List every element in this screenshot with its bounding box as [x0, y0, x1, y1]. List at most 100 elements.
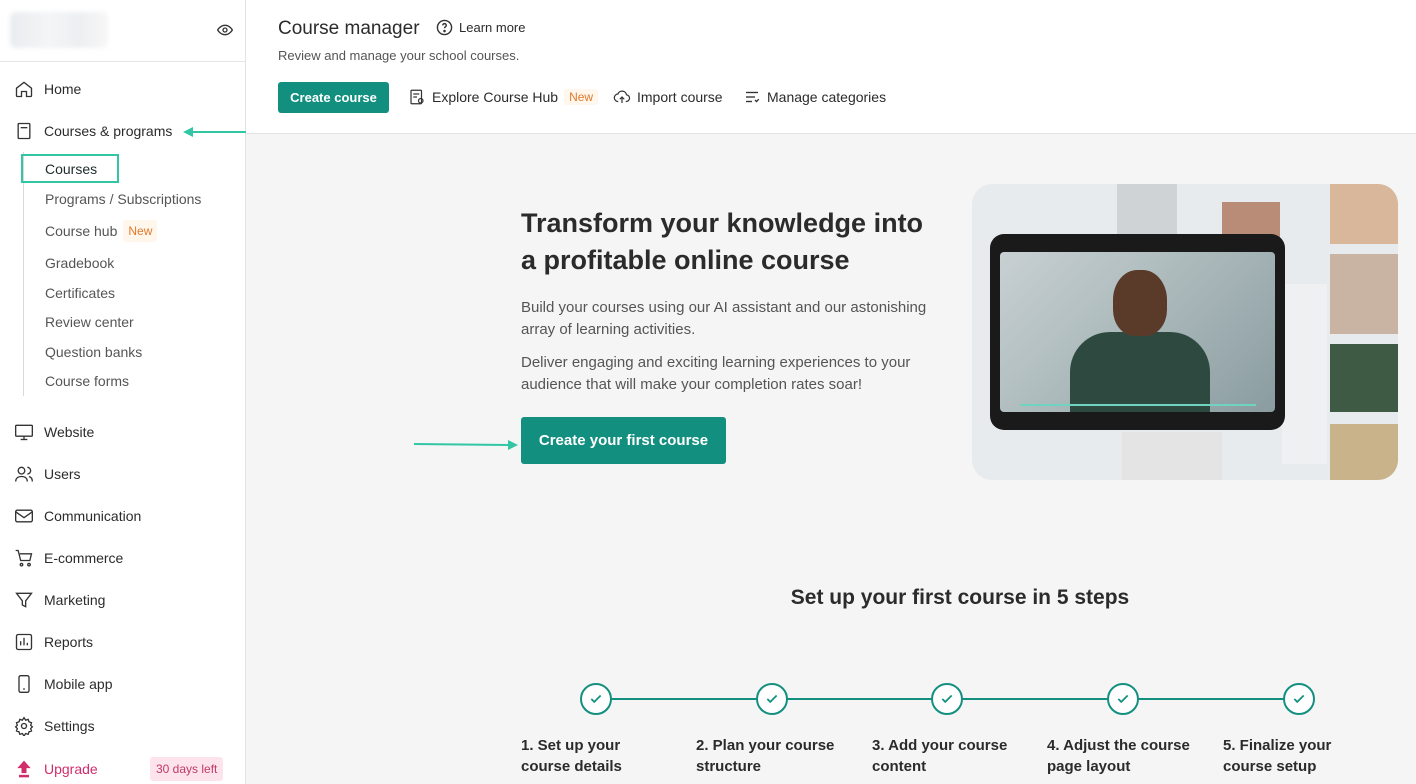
brand-area: [0, 0, 245, 62]
explore-course-hub-button[interactable]: Explore Course Hub New: [408, 88, 599, 106]
upgrade-icon: [17, 760, 31, 778]
steps-title: Set up your first course in 5 steps: [790, 586, 1130, 609]
sidebar-item-users[interactable]: Users: [0, 458, 245, 490]
sidebar-item-label: Upgrade: [44, 761, 98, 777]
video-progress: [1020, 404, 1256, 406]
check-icon: [766, 694, 778, 704]
presenter-body: [1070, 332, 1210, 412]
users-icon: [15, 466, 33, 482]
trial-days-badge: 30 days left: [150, 757, 224, 781]
learn-more-link[interactable]: Learn more: [436, 19, 525, 36]
hero-title: Transform your knowledge into a profitab…: [521, 208, 924, 275]
cloud-upload-icon: [613, 90, 631, 103]
sidebar-item-label: Reports: [44, 634, 94, 650]
sidebar-subitem-review-center[interactable]: Review center: [45, 312, 134, 332]
sidebar-item-communication[interactable]: Communication: [0, 500, 245, 532]
subitem-label: Review center: [45, 314, 134, 330]
sidebar-subitem-programs[interactable]: Programs / Subscriptions: [45, 189, 201, 209]
step-label-3: 3. Add your course content: [872, 737, 1008, 775]
sidebar-item-label: Settings: [44, 718, 95, 734]
check-icon: [1117, 694, 1129, 704]
sidebar-item-settings[interactable]: Settings: [0, 710, 245, 742]
sidebar-item-ecommerce[interactable]: E-commerce: [0, 542, 245, 574]
check-icon: [590, 694, 602, 704]
mail-icon: [15, 509, 33, 523]
sidebar-item-label: Marketing: [44, 592, 106, 608]
subitem-label: Course forms: [45, 373, 130, 389]
learn-more-label: Learn more: [459, 20, 526, 35]
hero-image: [972, 184, 1398, 480]
sidebar-item-label: Communication: [44, 508, 142, 524]
submenu-rail: [23, 152, 24, 396]
create-first-course-button[interactable]: Create your first course: [521, 417, 726, 464]
thumbnail: [1330, 254, 1398, 334]
sidebar-item-reports[interactable]: Reports: [0, 626, 245, 658]
step-label-1: 1. Set up your course details: [521, 737, 622, 775]
sidebar-item-label: Mobile app: [44, 676, 113, 692]
sidebar-item-label: Courses & programs: [44, 123, 173, 139]
presenter-head: [1113, 270, 1167, 336]
sidebar-item-mobile-app[interactable]: Mobile app: [0, 668, 245, 700]
check-icon: [941, 694, 953, 704]
sidebar: Home Courses & programs Courses Programs…: [0, 0, 246, 784]
gear-icon: [14, 716, 34, 736]
page-header: Course manager Learn more Review and man…: [246, 0, 1416, 134]
step-check-4: [1107, 683, 1139, 715]
hub-icon: [410, 89, 424, 105]
explore-hub-label: Explore Course Hub: [432, 89, 559, 105]
thumbnail: [1330, 344, 1398, 412]
sidebar-subitem-certificates[interactable]: Certificates: [45, 283, 115, 303]
step-label-4: 4. Adjust the course page layout: [1047, 737, 1190, 775]
thumbnail: [1122, 432, 1222, 480]
manage-categories-button[interactable]: Manage categories: [743, 88, 886, 106]
subitem-label: Certificates: [45, 285, 116, 301]
hero-description: Build your courses using our AI assistan…: [521, 299, 927, 338]
check-icon: [1293, 694, 1305, 704]
chart-icon: [15, 633, 33, 651]
sidebar-subitem-course-forms[interactable]: Course forms: [45, 371, 129, 391]
help-icon: [436, 19, 453, 36]
school-logo[interactable]: [10, 12, 108, 48]
import-course-button[interactable]: Import course: [613, 88, 723, 106]
monitor-icon: [15, 424, 33, 441]
home-icon: [15, 81, 33, 98]
sidebar-subitem-course-hub[interactable]: Course hub New: [45, 220, 158, 242]
subitem-label: Courses: [45, 161, 98, 177]
cart-icon: [15, 549, 33, 567]
phone-icon: [18, 675, 30, 693]
manage-categories-label: Manage categories: [767, 89, 887, 105]
video-screen: [1000, 252, 1275, 412]
step-check-2: [756, 683, 788, 715]
sidebar-subitem-courses[interactable]: Courses: [45, 159, 97, 179]
hero-description-2: Deliver engaging and exciting learning e…: [521, 354, 911, 393]
sidebar-item-label: Users: [44, 466, 81, 482]
step-label-2: 2. Plan your course structure: [696, 737, 835, 775]
thumbnail: [1117, 184, 1177, 239]
step-check-3: [931, 683, 963, 715]
step-label-5: 5. Finalize your course setup: [1223, 737, 1332, 775]
tablet-graphic: [990, 234, 1285, 430]
subitem-label: Question banks: [45, 344, 143, 360]
subitem-label: Course hub: [45, 223, 118, 239]
create-course-button[interactable]: Create course: [278, 82, 389, 113]
new-badge: New: [123, 220, 158, 242]
categories-icon: [746, 91, 760, 103]
sidebar-item-home[interactable]: Home: [0, 73, 245, 105]
subitem-label: Gradebook: [45, 255, 115, 271]
funnel-icon: [15, 592, 33, 608]
thumbnail: [1330, 424, 1398, 480]
import-course-label: Import course: [637, 89, 723, 105]
sidebar-subitem-gradebook[interactable]: Gradebook: [45, 253, 114, 273]
eye-icon[interactable]: [216, 22, 234, 38]
sidebar-item-website[interactable]: Website: [0, 416, 245, 448]
subitem-label: Programs / Subscriptions: [45, 191, 202, 207]
sidebar-item-marketing[interactable]: Marketing: [0, 584, 245, 616]
thumbnail: [1282, 284, 1327, 464]
sidebar-subitem-question-banks[interactable]: Question banks: [45, 342, 142, 362]
new-badge: New: [564, 89, 599, 105]
thumbnail: [1330, 184, 1398, 244]
sidebar-item-label: Home: [44, 81, 82, 97]
sidebar-item-label: Website: [44, 424, 95, 440]
book-icon: [17, 122, 31, 140]
page-title: Course manager: [278, 18, 420, 39]
